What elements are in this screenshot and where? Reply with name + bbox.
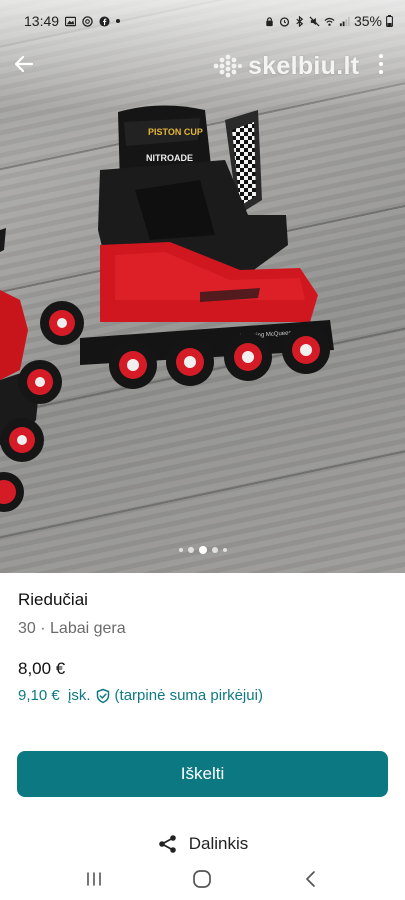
more-vertical-icon — [379, 70, 383, 74]
alarm-icon — [279, 16, 290, 27]
gallery-dot[interactable] — [222, 548, 227, 552]
signal-icon — [339, 16, 350, 26]
facebook-notification-icon — [99, 15, 110, 27]
status-right: 35% — [264, 13, 393, 29]
back-button[interactable] — [10, 50, 38, 78]
battery-percent: 35% — [353, 13, 382, 29]
inline-skates-image: PISTON CUP NITROADE Lightning McQueen — [0, 105, 334, 512]
arrow-left-icon — [14, 55, 34, 73]
bump-listing-button[interactable]: Iškelti — [17, 751, 388, 797]
listing-photo[interactable]: PISTON CUP NITROADE Lightning McQueen — [0, 0, 405, 573]
logo-text: skelbiu.lt — [248, 51, 360, 80]
threads-notification-icon — [82, 15, 93, 27]
share-button[interactable]: Dalinkis — [0, 833, 405, 855]
gallery-dot[interactable] — [178, 548, 183, 552]
svg-text:PISTON CUP: PISTON CUP — [148, 127, 203, 137]
status-left: 13:49 — [24, 13, 121, 29]
gallery-dot-active[interactable] — [198, 546, 207, 554]
wifi-icon — [324, 17, 335, 26]
listing-price: 8,00 € — [18, 659, 66, 678]
chevron-left-icon — [305, 870, 315, 887]
skelbiu-dots-icon — [213, 54, 242, 78]
share-icon — [158, 835, 176, 853]
system-navigation-bar — [0, 857, 405, 900]
shield-check-icon — [96, 688, 109, 703]
fee-note: (tarpinė suma pirkėjui) — [114, 687, 263, 704]
listing-info: Riedučiai 30 · Labai gera 8,00 € 9,10 € … — [18, 590, 387, 704]
mute-icon — [309, 15, 320, 27]
svg-text:NITROADE: NITROADE — [146, 153, 193, 163]
left-skate-partial — [0, 228, 84, 512]
status-bar: 13:49 35% — [0, 0, 405, 42]
more-vertical-icon — [379, 62, 383, 66]
price-with-fee-value: 9,10 € įsk. — [18, 687, 91, 704]
price-with-fee[interactable]: 9,10 € įsk. (tarpinė suma pirkėjui) — [18, 687, 387, 704]
site-logo: skelbiu.lt — [212, 50, 359, 82]
gallery-dot[interactable] — [187, 547, 194, 553]
listing-subtitle: 30 · Labai gera — [18, 620, 126, 637]
gallery-notification-icon — [65, 16, 77, 26]
recent-apps-icon — [87, 871, 101, 886]
home-icon — [193, 869, 212, 888]
system-back-button[interactable] — [281, 861, 341, 897]
main-skate: PISTON CUP NITROADE Lightning McQueen — [80, 105, 334, 389]
recent-apps-button[interactable] — [64, 861, 124, 897]
more-vertical-icon — [379, 54, 383, 58]
listing-title: Riedučiai — [18, 590, 88, 609]
more-options-button[interactable] — [372, 50, 390, 78]
gallery-dot[interactable] — [211, 547, 218, 553]
status-time: 13:49 — [24, 13, 60, 29]
gallery-pagination — [0, 546, 405, 554]
lock-icon — [266, 16, 273, 26]
bluetooth-icon — [296, 15, 304, 27]
battery-icon — [386, 15, 393, 27]
more-notifications-dot — [116, 19, 121, 23]
share-label: Dalinkis — [188, 834, 249, 853]
home-button[interactable] — [172, 861, 232, 897]
